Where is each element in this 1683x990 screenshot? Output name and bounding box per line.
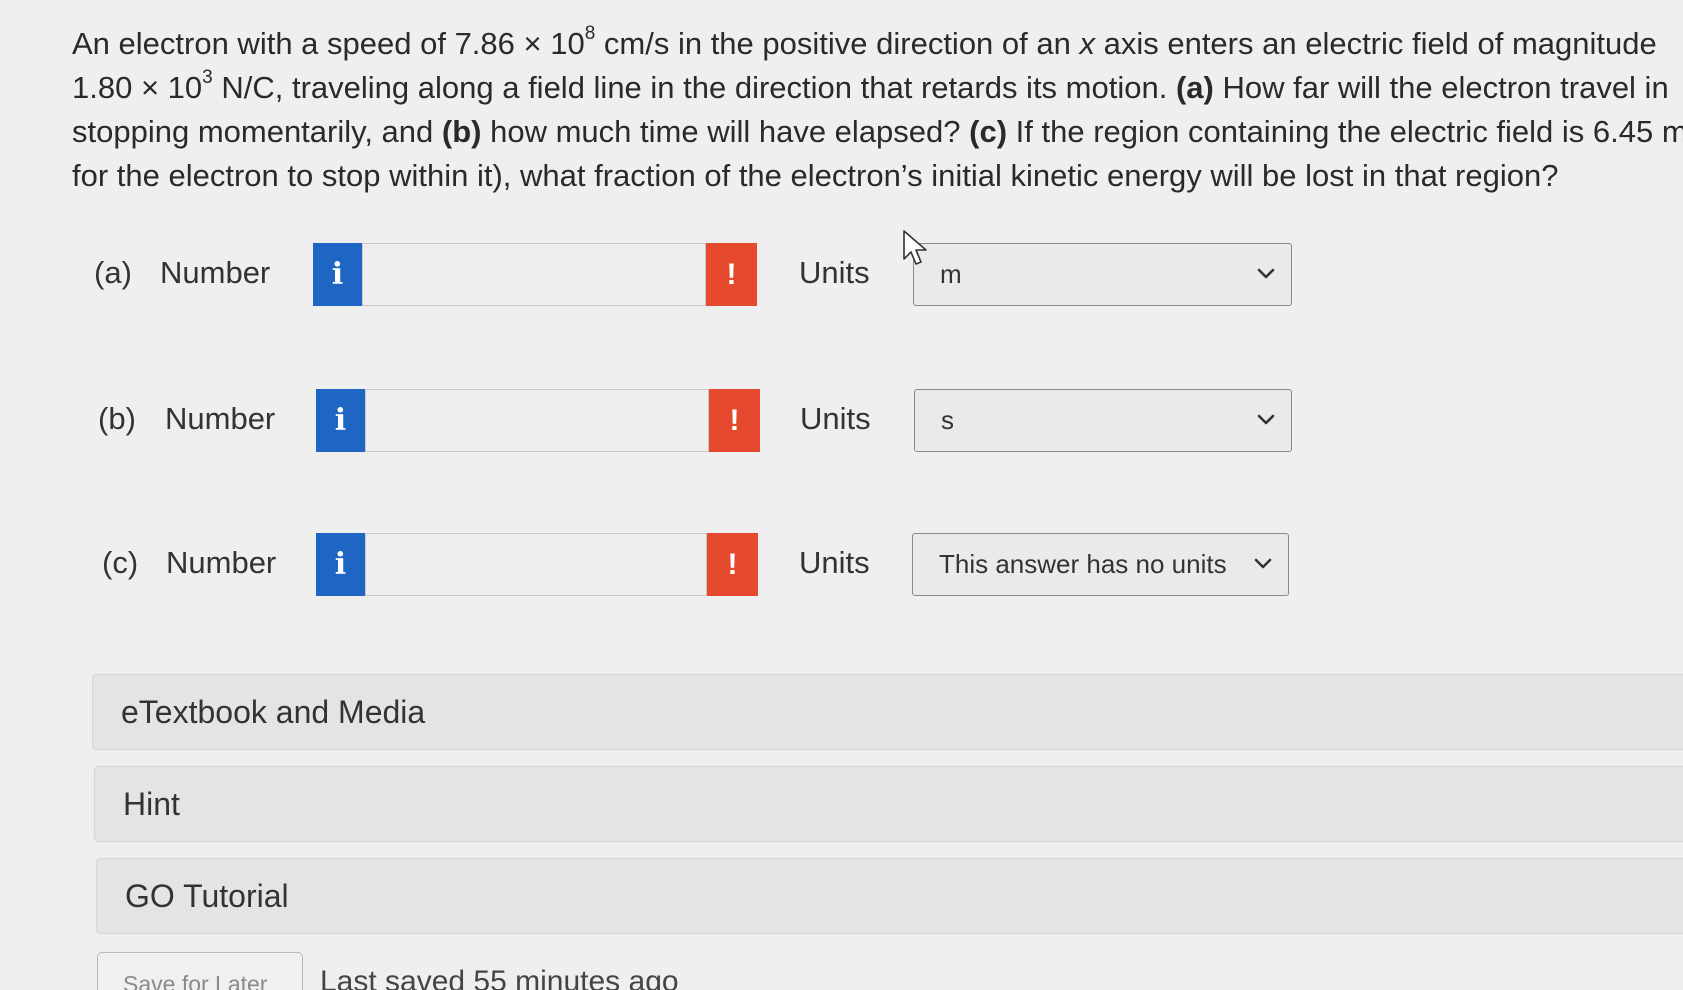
units-select-value: s — [941, 405, 954, 435]
hint-panel[interactable]: Hint — [94, 766, 1683, 842]
units-select[interactable]: This answer has no units — [912, 533, 1289, 596]
etextbook-media-label: eTextbook and Media — [121, 694, 426, 730]
answer-row-c: (c) Number i ! Units This answer has no … — [0, 533, 1683, 597]
part-label: (b) — [98, 401, 136, 436]
question-page: An electron with a speed of 7.86 × 108 c… — [0, 0, 1683, 990]
last-saved-status: Last saved 55 minutes ago — [320, 965, 679, 990]
exponent: 3 — [202, 66, 213, 88]
units-label: Units — [799, 545, 870, 580]
question-text-segment: stopping momentarily, and — [72, 114, 442, 149]
error-icon[interactable]: ! — [709, 389, 760, 452]
question-text-segment: cm/s in the positive direction of an — [595, 26, 1080, 61]
error-icon[interactable]: ! — [706, 243, 757, 306]
chevron-down-icon — [1257, 414, 1275, 425]
units-select[interactable]: s — [914, 389, 1292, 452]
answer-row-b: (b) Number i ! Units s — [0, 389, 1683, 453]
info-icon[interactable]: i — [316, 533, 365, 596]
number-input[interactable] — [365, 389, 709, 452]
question-text-segment: An electron with a speed of 7.86 × 10 — [72, 26, 585, 61]
number-label: Number — [166, 545, 277, 580]
question-text-segment: If the region containing the electric fi… — [1007, 114, 1683, 149]
question-text-segment: N/C, traveling along a field line in the… — [212, 70, 1176, 105]
exponent: 8 — [584, 22, 596, 44]
question-text: An electron with a speed of 7.86 × 108 c… — [72, 22, 1683, 198]
part-c-marker: (c) — [969, 114, 1008, 149]
question-line-3: stopping momentarily, and (b) how much t… — [72, 110, 1683, 154]
part-a-marker: (a) — [1175, 70, 1214, 105]
answer-row-a: (a) Number i ! Units m — [0, 243, 1683, 307]
question-line-1: An electron with a speed of 7.86 × 108 c… — [72, 22, 1683, 66]
units-select-value: m — [940, 259, 962, 289]
question-line-2: 1.80 × 103 N/C, traveling along a field … — [72, 66, 1683, 110]
part-b-marker: (b) — [441, 114, 482, 149]
part-label: (a) — [94, 255, 132, 290]
number-label: Number — [165, 401, 276, 436]
question-text-segment: How far will the electron travel in — [1213, 70, 1669, 105]
chevron-down-icon — [1254, 558, 1272, 569]
question-line-4: for the electron to stop within it), wha… — [72, 158, 1559, 193]
question-text-segment: axis enters an electric field of magnitu… — [1094, 26, 1657, 61]
save-for-later-button[interactable]: Save for Later — [97, 952, 303, 990]
units-select-value: This answer has no units — [939, 549, 1227, 579]
question-text-segment: 1.80 × 10 — [72, 70, 203, 105]
info-icon[interactable]: i — [316, 389, 365, 452]
units-label: Units — [799, 255, 870, 290]
go-tutorial-panel[interactable]: GO Tutorial — [96, 858, 1683, 934]
go-tutorial-label: GO Tutorial — [125, 878, 289, 914]
variable-x: x — [1079, 26, 1095, 61]
chevron-down-icon — [1257, 268, 1275, 279]
save-for-later-label: Save for Later — [123, 971, 268, 990]
number-input[interactable] — [362, 243, 706, 306]
etextbook-media-panel[interactable]: eTextbook and Media — [92, 674, 1683, 750]
mouse-pointer-icon — [903, 230, 927, 265]
question-text-segment: how much time will have elapsed? — [481, 114, 970, 149]
hint-label: Hint — [123, 786, 180, 822]
units-select[interactable]: m — [913, 243, 1292, 306]
number-label: Number — [160, 255, 271, 290]
units-label: Units — [800, 401, 871, 436]
number-input[interactable] — [365, 533, 707, 596]
part-label: (c) — [102, 545, 139, 580]
info-icon[interactable]: i — [313, 243, 362, 306]
error-icon[interactable]: ! — [707, 533, 758, 596]
